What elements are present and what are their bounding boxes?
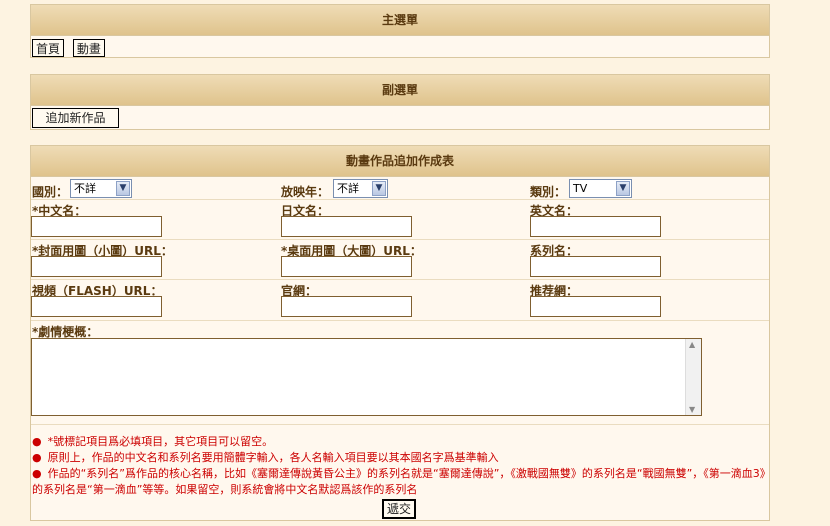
country-label: 國別： bbox=[32, 185, 69, 199]
form-row-basic: 國別： 不詳 ▼ 放映年： 不詳 ▼ 類別： TV ▼ bbox=[31, 177, 769, 200]
bullet-icon: ● bbox=[32, 467, 42, 480]
note-required: ● *號標記項目爲必填項目，其它項目可以留空。 bbox=[32, 434, 768, 450]
category-label: 類別： bbox=[530, 185, 567, 199]
note-series-name-text: 作品的“系列名”爲作品的核心名稱，比如《塞爾達傳說黃昏公主》的系列名就是“塞爾達… bbox=[32, 467, 766, 496]
synopsis-scrollbar[interactable]: ▲ ▼ bbox=[685, 339, 701, 415]
scroll-down-icon[interactable]: ▼ bbox=[689, 405, 695, 414]
submit-button[interactable]: 遞交 bbox=[382, 499, 416, 519]
desktop-large-url-input[interactable] bbox=[281, 256, 412, 277]
chevron-down-icon: ▼ bbox=[616, 181, 630, 196]
category-select[interactable]: TV ▼ bbox=[569, 179, 632, 198]
chevron-down-icon: ▼ bbox=[116, 181, 130, 196]
series-name-input[interactable] bbox=[530, 256, 661, 277]
main-menu-panel: 主選單 首頁 動畫 bbox=[30, 4, 770, 58]
main-menu-title: 主選單 bbox=[31, 5, 769, 36]
scroll-up-icon[interactable]: ▲ bbox=[689, 340, 695, 349]
video-url-input[interactable] bbox=[31, 296, 162, 317]
form-row-links: 視頻（FLASH）URL： 官網： 推荐網： bbox=[31, 280, 769, 321]
bullet-icon: ● bbox=[32, 451, 42, 464]
country-select[interactable]: 不詳 ▼ bbox=[70, 179, 132, 198]
recommended-site-input[interactable] bbox=[530, 296, 661, 317]
sub-menu-panel: 副選單 追加新作品 bbox=[30, 74, 770, 130]
chinese-name-input[interactable] bbox=[31, 216, 162, 237]
home-button[interactable]: 首頁 bbox=[32, 39, 65, 57]
year-label: 放映年： bbox=[281, 185, 330, 199]
english-name-input[interactable] bbox=[530, 216, 661, 237]
form-row-names: *中文名： 日文名： 英文名： bbox=[31, 200, 769, 240]
chevron-down-icon: ▼ bbox=[372, 181, 386, 196]
cover-small-url-input[interactable] bbox=[31, 256, 162, 277]
sub-menu-title: 副選單 bbox=[31, 75, 769, 106]
form-row-images: *封面用圖（小圖）URL： *桌面用圖（大圖）URL： 系列名： bbox=[31, 240, 769, 280]
bullet-icon: ● bbox=[32, 435, 42, 448]
official-site-input[interactable] bbox=[281, 296, 412, 317]
year-select-value: 不詳 bbox=[337, 182, 359, 195]
country-select-value: 不詳 bbox=[74, 182, 96, 195]
note-input-rule-text: 原則上，作品的中文名和系列名要用簡體字輸入，各人名輸入項目要以其本國名字爲基準輸… bbox=[47, 451, 499, 464]
add-new-work-button[interactable]: 追加新作品 bbox=[32, 108, 119, 128]
form-row-synopsis: *劇情梗概： ▲ ▼ bbox=[31, 321, 769, 425]
note-input-rule: ● 原則上，作品的中文名和系列名要用簡體字輸入，各人名輸入項目要以其本國名字爲基準… bbox=[32, 450, 768, 466]
synopsis-textarea[interactable]: ▲ ▼ bbox=[31, 338, 702, 416]
form-title: 動畫作品追加作成表 bbox=[31, 146, 769, 177]
animation-button[interactable]: 動畫 bbox=[72, 39, 105, 57]
note-series-name: ● 作品的“系列名”爲作品的核心名稱，比如《塞爾達傳說黃昏公主》的系列名就是“塞爾… bbox=[32, 466, 768, 498]
year-select[interactable]: 不詳 ▼ bbox=[333, 179, 388, 198]
note-required-text: *號標記項目爲必填項目，其它項目可以留空。 bbox=[47, 435, 274, 448]
category-select-value: TV bbox=[573, 182, 588, 195]
japanese-name-input[interactable] bbox=[281, 216, 412, 237]
